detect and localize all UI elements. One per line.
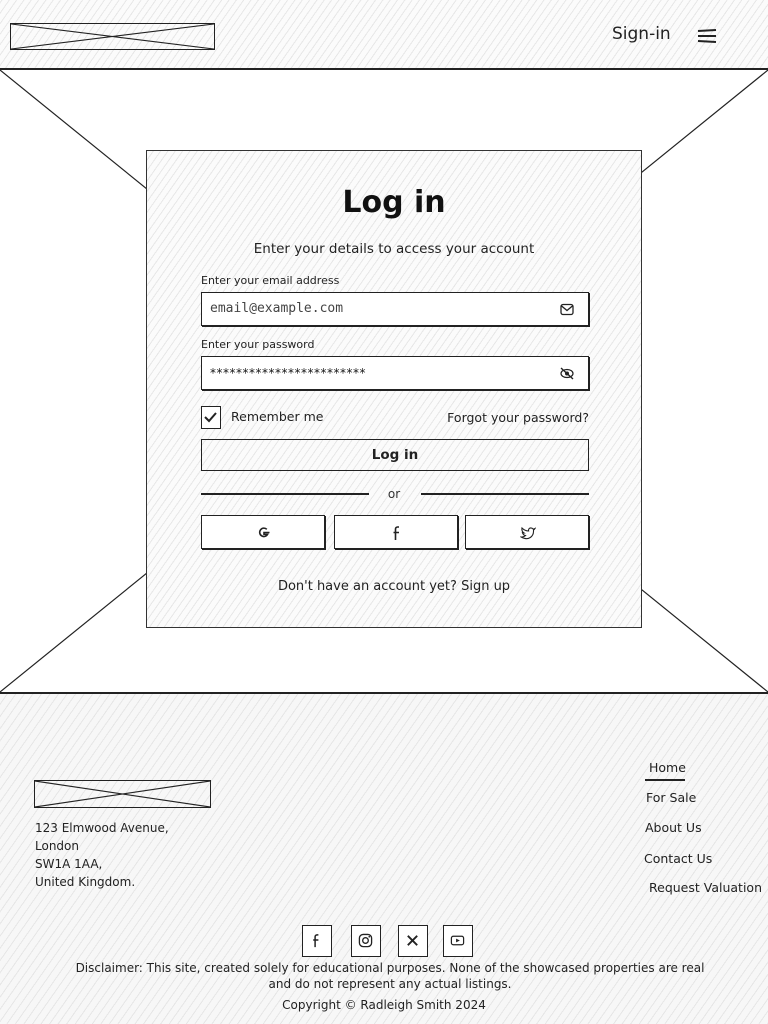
footer-nav-home[interactable]: Home <box>649 760 686 775</box>
youtube-icon <box>450 935 465 946</box>
address-line: London <box>35 839 79 853</box>
email-placeholder: email@example.com <box>210 301 344 316</box>
footer-nav-for-sale[interactable]: For Sale <box>646 790 696 805</box>
active-nav-underline <box>645 779 685 781</box>
facebook-icon <box>313 934 319 948</box>
footer-facebook-link[interactable] <box>302 925 332 957</box>
footer-x-link[interactable] <box>398 925 428 957</box>
password-field[interactable]: ************************ <box>201 356 589 390</box>
login-button-label: Log in <box>371 447 419 463</box>
login-subtitle: Enter your details to access your accoun… <box>253 241 535 257</box>
login-title: Log in <box>342 185 446 220</box>
google-login-button[interactable] <box>201 515 325 549</box>
footer-nav-contact-us[interactable]: Contact Us <box>644 851 712 866</box>
facebook-icon <box>393 526 399 540</box>
google-icon <box>258 527 270 538</box>
password-label: Enter your password <box>201 338 315 351</box>
hamburger-menu-icon[interactable] <box>697 28 717 44</box>
site-footer: 123 Elmwood Avenue, London SW1A 1AA, Uni… <box>0 694 768 1024</box>
footer-nav-about-us[interactable]: About Us <box>645 820 702 835</box>
footer-instagram-link[interactable] <box>351 925 381 957</box>
login-card: Log in Enter your details to access your… <box>146 150 642 628</box>
hero-image-placeholder: Log in Enter your details to access your… <box>0 70 768 694</box>
signin-link[interactable]: Sign-in <box>612 24 671 44</box>
remember-me-checkbox[interactable] <box>201 406 221 429</box>
instagram-icon <box>358 933 373 948</box>
forgot-password-link[interactable]: Forgot your password? <box>447 410 589 425</box>
address-line: SW1A 1AA, <box>35 857 103 871</box>
password-value: ************************ <box>210 366 366 380</box>
remember-me-label: Remember me <box>231 409 324 424</box>
email-label: Enter your email address <box>201 274 340 287</box>
address-line: 123 Elmwood Avenue, <box>35 821 169 835</box>
twitter-login-button[interactable] <box>465 515 589 549</box>
footer-nav-request-valuation[interactable]: Request Valuation <box>649 880 762 895</box>
x-icon <box>407 935 418 946</box>
email-field[interactable]: email@example.com <box>201 292 589 326</box>
logo-placeholder[interactable] <box>10 23 215 50</box>
checkmark-icon <box>204 412 217 423</box>
facebook-login-button[interactable] <box>334 515 458 549</box>
address-line: United Kingdom. <box>35 875 136 889</box>
footer-youtube-link[interactable] <box>443 925 473 957</box>
eye-slash-icon[interactable] <box>560 367 574 380</box>
site-header: Sign-in <box>0 0 768 70</box>
envelope-icon <box>560 303 574 316</box>
disclaimer-text: Disclaimer: This site, created solely fo… <box>75 961 705 991</box>
signup-link[interactable]: Sign up <box>461 579 510 594</box>
signup-prompt-text: Don't have an account yet? <box>277 579 457 594</box>
footer-logo-placeholder[interactable] <box>34 780 211 808</box>
login-button[interactable]: Log in <box>201 439 589 471</box>
twitter-icon <box>520 526 536 540</box>
copyright-text: Copyright © Radleigh Smith 2024 <box>282 998 486 1012</box>
signup-prompt: Don't have an account yet? Sign up <box>147 579 641 594</box>
divider-right <box>421 493 589 495</box>
